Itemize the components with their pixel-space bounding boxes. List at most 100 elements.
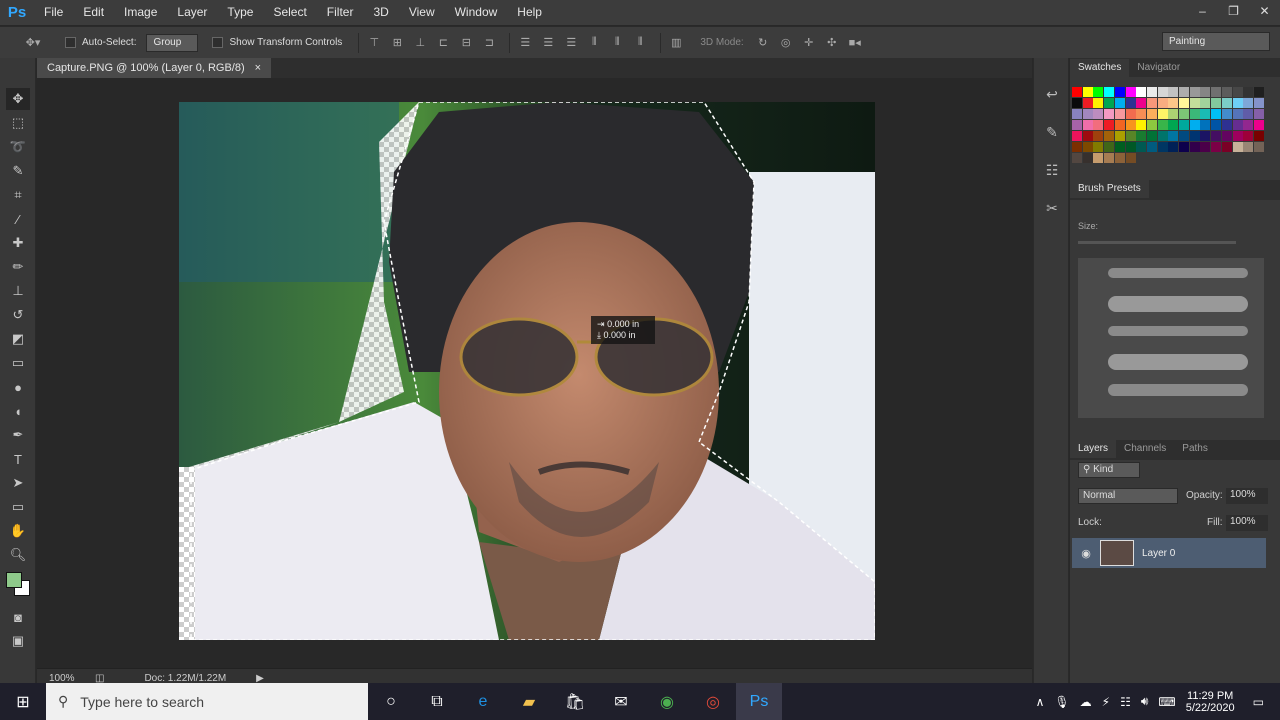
swatch[interactable] [1211,120,1222,130]
distribute-top-icon[interactable]: ☰ [516,35,534,51]
swatch[interactable] [1200,120,1211,130]
task-view-icon[interactable]: ⧉ [414,683,460,720]
swatch[interactable] [1082,109,1093,119]
swatch[interactable] [1179,131,1189,141]
swatch[interactable] [1253,98,1264,108]
edge-icon[interactable]: e [460,683,506,720]
swatch[interactable] [1093,98,1104,108]
document-image[interactable] [179,102,875,640]
swatch[interactable] [1125,87,1136,97]
windows-start-icon[interactable]: ⊞ [0,683,46,720]
swatch[interactable] [1232,120,1243,130]
swatch[interactable] [1253,87,1264,97]
gradient-tool-icon[interactable]: ▭ [6,352,30,374]
opacity-input[interactable]: 100% [1226,488,1268,504]
tab-channels[interactable]: Channels [1116,440,1174,458]
swatch[interactable] [1200,109,1211,119]
swatch[interactable] [1093,131,1104,141]
swatch[interactable] [1157,120,1168,130]
swatch[interactable] [1125,120,1136,130]
eyedropper-tool-icon[interactable]: ⁄ [6,208,30,230]
swatch[interactable] [1114,120,1125,130]
swatch[interactable] [1221,98,1232,108]
swatch[interactable] [1146,120,1157,130]
align-right-icon[interactable]: ⊐ [480,35,498,51]
swatch[interactable] [1189,142,1200,152]
tab-paths[interactable]: Paths [1174,440,1216,458]
volume-icon[interactable]: 🔊︎ [1141,694,1149,709]
swatch[interactable] [1221,142,1232,152]
healing-brush-tool-icon[interactable]: ✚ [6,232,30,254]
keyboard-icon[interactable]: ⌨ [1158,695,1175,709]
clock[interactable]: 11:29 PM 5/22/2020 [1186,690,1235,714]
power-icon[interactable]: ⚡︎ [1102,695,1110,709]
fill-input[interactable]: 100% [1226,515,1268,531]
menu-window[interactable]: Window [445,0,508,25]
distribute-left-icon[interactable]: ⫴ [585,35,603,51]
swatch[interactable] [1243,98,1254,108]
swatch[interactable] [1082,98,1093,108]
3d-roll-icon[interactable]: ◎ [777,35,795,51]
swatch[interactable] [1189,131,1200,141]
align-top-icon[interactable]: ⊤ [365,35,383,51]
auto-select-dropdown[interactable]: Group [146,33,199,52]
swatch[interactable] [1114,98,1125,108]
menu-image[interactable]: Image [114,0,167,25]
swatch[interactable] [1243,87,1254,97]
swatch[interactable] [1136,87,1147,97]
swatch[interactable] [1200,131,1211,141]
quick-mask-icon[interactable]: ◙ [6,606,30,628]
lasso-tool-icon[interactable]: ➰ [6,136,30,158]
swatch[interactable] [1232,131,1243,141]
swatch[interactable] [1072,109,1082,119]
eraser-tool-icon[interactable]: ◩ [6,328,30,350]
brush-preset-list[interactable] [1078,258,1264,418]
swatch[interactable] [1243,142,1254,152]
menu-help[interactable]: Help [507,0,552,25]
swatch[interactable] [1168,87,1179,97]
swatch[interactable] [1114,153,1125,163]
swatch[interactable] [1211,142,1222,152]
swatch[interactable] [1243,120,1254,130]
swatch[interactable] [1093,120,1104,130]
3d-scale-icon[interactable]: ■◂ [846,35,864,51]
swatch[interactable] [1104,142,1115,152]
brush-tool-icon[interactable]: ✏ [6,256,30,278]
mail-icon[interactable]: ✉ [598,683,644,720]
swatch[interactable] [1179,87,1189,97]
swatch[interactable] [1146,109,1157,119]
swatch[interactable] [1232,98,1243,108]
tool-presets-panel-icon[interactable]: ✂ [1038,196,1066,220]
swatch[interactable] [1168,109,1179,119]
layer-name[interactable]: Layer 0 [1142,548,1175,559]
menu-view[interactable]: View [399,0,445,25]
swatch[interactable] [1146,98,1157,108]
swatch[interactable] [1168,120,1179,130]
blend-mode-dropdown[interactable]: Normal [1078,488,1178,504]
brush-stroke-preview[interactable] [1108,268,1248,278]
move-tool-icon[interactable]: ✥ [6,88,30,110]
swatch[interactable] [1179,109,1189,119]
swatch[interactable] [1072,120,1082,130]
layer-filter-kind[interactable]: ⚲ Kind [1078,462,1140,478]
minimize-button[interactable]: – [1187,0,1218,22]
swatch[interactable] [1146,131,1157,141]
onedrive-icon[interactable]: ☁ [1080,695,1092,709]
layer-row[interactable]: ◉ Layer 0 [1072,538,1266,568]
brush-stroke-preview[interactable] [1108,296,1248,312]
menu-file[interactable]: File [34,0,73,25]
swatch[interactable] [1093,153,1104,163]
tab-navigator[interactable]: Navigator [1129,59,1188,77]
brush-stroke-preview[interactable] [1108,354,1248,370]
swatch[interactable] [1253,109,1264,119]
swatch[interactable] [1082,120,1093,130]
swatch[interactable] [1243,109,1254,119]
3d-rotate-icon[interactable]: ↻ [754,35,772,51]
swatch[interactable] [1093,87,1104,97]
swatch[interactable] [1157,109,1168,119]
store-icon[interactable]: 🛍︎ [552,683,598,720]
photoshop-taskbar-icon[interactable]: Ps [736,683,782,720]
swatch[interactable] [1211,87,1222,97]
swatch[interactable] [1168,142,1179,152]
quick-select-tool-icon[interactable]: ✎ [6,160,30,182]
